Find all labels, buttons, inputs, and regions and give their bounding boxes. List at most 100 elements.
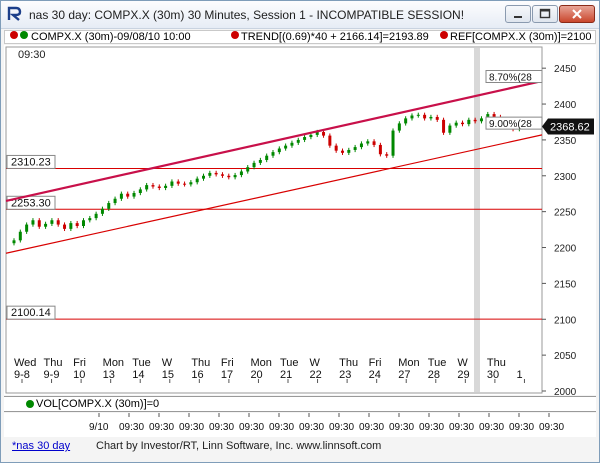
candle-body[interactable] bbox=[214, 172, 218, 175]
candle-body[interactable] bbox=[303, 137, 307, 140]
candle-body[interactable] bbox=[372, 141, 376, 145]
candle-body[interactable] bbox=[309, 134, 313, 138]
maximize-button[interactable] bbox=[532, 5, 558, 23]
candle-body[interactable] bbox=[423, 114, 427, 119]
candle-body[interactable] bbox=[454, 122, 458, 126]
candle-body[interactable] bbox=[227, 175, 231, 178]
candle-body[interactable] bbox=[132, 193, 136, 197]
candle-body[interactable] bbox=[328, 135, 332, 146]
candle-body[interactable] bbox=[31, 220, 35, 225]
symbol-red-dot-icon[interactable] bbox=[10, 31, 18, 39]
chart-tab[interactable]: *nas 30 day bbox=[12, 440, 70, 452]
candle-body[interactable] bbox=[277, 148, 281, 153]
candle-body[interactable] bbox=[359, 143, 363, 148]
candle-body[interactable] bbox=[435, 116, 439, 120]
candle-body[interactable] bbox=[258, 160, 262, 163]
ref-label: REF[COMPX.X (30m)]=2100 bbox=[450, 31, 592, 43]
candle-body[interactable] bbox=[195, 178, 199, 183]
day-label-date: 23 bbox=[339, 369, 351, 381]
candle-body[interactable] bbox=[208, 172, 212, 176]
candle-body[interactable] bbox=[410, 115, 414, 119]
candle-body[interactable] bbox=[492, 114, 496, 117]
time-label: 09:30 bbox=[449, 422, 474, 433]
close-button[interactable] bbox=[559, 5, 595, 23]
candle-body[interactable] bbox=[467, 119, 471, 125]
time-label: 09:30 bbox=[539, 422, 564, 433]
candle-body[interactable] bbox=[170, 181, 174, 186]
trend-dot-icon[interactable] bbox=[231, 31, 239, 39]
candle-body[interactable] bbox=[271, 152, 275, 156]
level-label: 2310.23 bbox=[11, 156, 51, 168]
candle-body[interactable] bbox=[145, 185, 149, 190]
candle-body[interactable] bbox=[340, 150, 344, 153]
candle-body[interactable] bbox=[416, 114, 420, 116]
candle-body[interactable] bbox=[56, 220, 60, 225]
candle-body[interactable] bbox=[69, 223, 73, 229]
candle-body[interactable] bbox=[233, 175, 237, 178]
minimize-button[interactable] bbox=[505, 5, 531, 23]
candle-body[interactable] bbox=[25, 224, 29, 232]
candle-body[interactable] bbox=[239, 171, 243, 176]
candle-body[interactable] bbox=[391, 130, 395, 156]
candle-body[interactable] bbox=[50, 220, 54, 224]
day-label-dow: Mon bbox=[398, 357, 419, 369]
candle-body[interactable] bbox=[12, 240, 16, 244]
candle-body[interactable] bbox=[164, 185, 168, 188]
candle-body[interactable] bbox=[138, 189, 142, 193]
candle-body[interactable] bbox=[397, 123, 401, 131]
candle-body[interactable] bbox=[385, 154, 389, 156]
candle-body[interactable] bbox=[404, 118, 408, 124]
candle-body[interactable] bbox=[334, 145, 338, 151]
candle-body[interactable] bbox=[322, 132, 326, 136]
candle-body[interactable] bbox=[252, 162, 256, 168]
candle-body[interactable] bbox=[75, 223, 79, 226]
time-axis: 9/10 09:30 09:30 09:30 09:30 09:30 09:30 09:30 0… bbox=[4, 413, 596, 437]
y-tick-label: 2250 bbox=[554, 208, 577, 219]
candle-body[interactable] bbox=[296, 139, 300, 143]
maximize-icon bbox=[539, 8, 551, 19]
candle-body[interactable] bbox=[113, 198, 117, 204]
candle-body[interactable] bbox=[366, 141, 370, 144]
day-label-dow: Thu bbox=[339, 357, 358, 369]
candle-body[interactable] bbox=[44, 223, 48, 227]
candle-body[interactable] bbox=[290, 142, 294, 146]
candle-body[interactable] bbox=[81, 220, 85, 226]
y-tick-label: 2450 bbox=[554, 64, 577, 75]
symbol-green-dot-icon[interactable] bbox=[20, 31, 28, 39]
candle-body[interactable] bbox=[202, 175, 206, 179]
day-label-date: 27 bbox=[398, 369, 410, 381]
candle-body[interactable] bbox=[461, 122, 465, 125]
price-chart-svg[interactable]: 09:30 2450 2400 2350 2300 2250 2200 2150 2100 205… bbox=[4, 45, 596, 398]
price-chart[interactable]: 09:30 2450 2400 2350 2300 2250 2200 2150 2100 205… bbox=[4, 45, 596, 398]
candle-body[interactable] bbox=[126, 193, 130, 197]
candle-body[interactable] bbox=[448, 125, 452, 133]
volume-dot-icon[interactable] bbox=[26, 400, 34, 408]
candle-body[interactable] bbox=[378, 144, 382, 155]
candle-body[interactable] bbox=[189, 182, 193, 185]
candle-body[interactable] bbox=[63, 224, 67, 229]
candle-body[interactable] bbox=[220, 174, 224, 176]
ref-dot-icon[interactable] bbox=[440, 31, 448, 39]
candle-body[interactable] bbox=[347, 149, 351, 153]
candle-body[interactable] bbox=[151, 185, 155, 187]
day-label-dow: Thu bbox=[487, 357, 506, 369]
candle-body[interactable] bbox=[246, 167, 250, 172]
candle-body[interactable] bbox=[100, 208, 104, 214]
candle-body[interactable] bbox=[176, 181, 180, 184]
candle-body[interactable] bbox=[479, 118, 483, 122]
candle-body[interactable] bbox=[157, 186, 161, 188]
candle-body[interactable] bbox=[353, 147, 357, 150]
candle-body[interactable] bbox=[107, 203, 111, 209]
candle-body[interactable] bbox=[94, 213, 98, 219]
candle-body[interactable] bbox=[284, 145, 288, 149]
candle-body[interactable] bbox=[18, 231, 22, 241]
candle-body[interactable] bbox=[183, 183, 187, 185]
time-label: 9/10 bbox=[89, 422, 109, 433]
candle-body[interactable] bbox=[265, 155, 269, 160]
candle-body[interactable] bbox=[119, 193, 123, 199]
candle-body[interactable] bbox=[429, 116, 433, 119]
candle-body[interactable] bbox=[37, 220, 41, 227]
candle-body[interactable] bbox=[88, 218, 92, 221]
candle-body[interactable] bbox=[473, 119, 477, 122]
candle-body[interactable] bbox=[442, 119, 446, 133]
